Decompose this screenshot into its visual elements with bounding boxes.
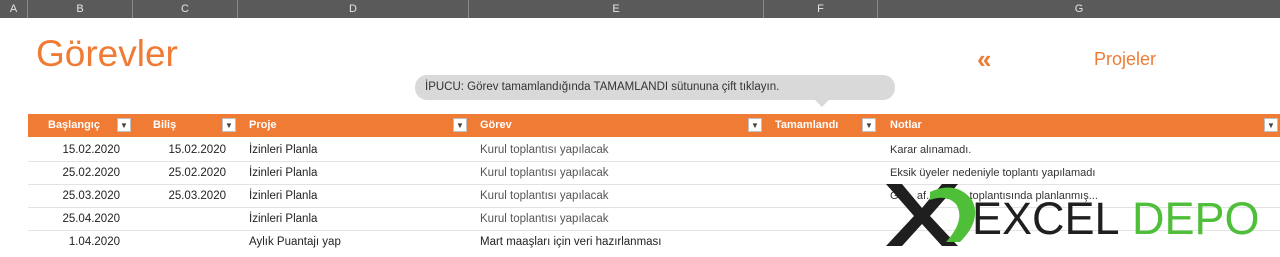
tip-pointer <box>815 100 829 107</box>
cell-end[interactable]: 25.03.2020 <box>133 185 226 208</box>
tip-text: İPUCU: Görev tamamlandığında TAMAMLANDI … <box>425 81 780 93</box>
cell-task[interactable]: Kurul toplantısı yapılacak <box>480 185 609 208</box>
filter-dropdown-icon[interactable]: ▼ <box>862 118 876 132</box>
cell-start[interactable]: 15.02.2020 <box>28 139 120 162</box>
cell-start[interactable]: 1.04.2020 <box>28 231 120 254</box>
cell-end[interactable] <box>133 208 226 231</box>
header-notes: Notlar <box>890 119 922 131</box>
column-header-a[interactable]: A <box>0 0 28 18</box>
back-arrow-icon[interactable]: « <box>977 44 991 75</box>
cell-end[interactable]: 15.02.2020 <box>133 139 226 162</box>
filter-dropdown-icon[interactable]: ▼ <box>1264 118 1278 132</box>
filter-dropdown-icon[interactable]: ▼ <box>748 118 762 132</box>
cell-end[interactable]: 25.02.2020 <box>133 162 226 185</box>
cell-task[interactable]: Kurul toplantısı yapılacak <box>480 139 609 162</box>
header-completed: Tamamlandı <box>775 119 839 131</box>
column-header-f[interactable]: F <box>764 0 878 18</box>
column-header-b[interactable]: B <box>28 0 133 18</box>
logo-text-depo: DEPO <box>1132 193 1260 244</box>
filter-dropdown-icon[interactable]: ▼ <box>453 118 467 132</box>
exceldepo-logo: EXCEL DEPO <box>886 184 1260 246</box>
cell-start[interactable]: 25.04.2020 <box>28 208 120 231</box>
header-project: Proje <box>249 119 277 131</box>
filter-dropdown-icon[interactable]: ▼ <box>117 118 131 132</box>
column-header-bar: A B C D E F G <box>0 0 1280 18</box>
cell-notes[interactable]: Karar alınamadı. <box>890 139 971 162</box>
table-row[interactable]: 15.02.2020 15.02.2020 İzinleri Planla Ku… <box>28 139 1280 162</box>
cell-task[interactable]: Kurul toplantısı yapılacak <box>480 162 609 185</box>
projects-link[interactable]: Projeler <box>1094 49 1156 70</box>
cell-project[interactable]: İzinleri Planla <box>249 185 317 208</box>
header-task: Görev <box>480 119 512 131</box>
cell-task[interactable]: Kurul toplantısı yapılacak <box>480 208 609 231</box>
cell-start[interactable]: 25.02.2020 <box>28 162 120 185</box>
header-start-date: Başlangıç <box>48 119 100 131</box>
column-header-d[interactable]: D <box>238 0 469 18</box>
cell-project[interactable]: İzinleri Planla <box>249 162 317 185</box>
column-header-e[interactable]: E <box>469 0 764 18</box>
cell-task[interactable]: Mart maaşları için veri hazırlanması <box>480 231 662 254</box>
cell-end[interactable] <box>133 231 226 254</box>
table-header: Başlangıç ▼ Biliş ▼ Proje ▼ Görev ▼ Tama… <box>28 114 1280 137</box>
page-title: Görevler <box>36 33 178 74</box>
cell-project[interactable]: İzinleri Planla <box>249 208 317 231</box>
header-end-date: Biliş <box>153 119 177 131</box>
cell-project[interactable]: Aylık Puantajı yap <box>249 231 341 254</box>
tip-callout: İPUCU: Görev tamamlandığında TAMAMLANDI … <box>415 75 895 107</box>
cell-start[interactable]: 25.03.2020 <box>28 185 120 208</box>
column-header-g[interactable]: G <box>878 0 1280 18</box>
cell-project[interactable]: İzinleri Planla <box>249 139 317 162</box>
column-header-c[interactable]: C <box>133 0 238 18</box>
logo-text-excel: EXCEL <box>972 193 1120 244</box>
filter-dropdown-icon[interactable]: ▼ <box>222 118 236 132</box>
